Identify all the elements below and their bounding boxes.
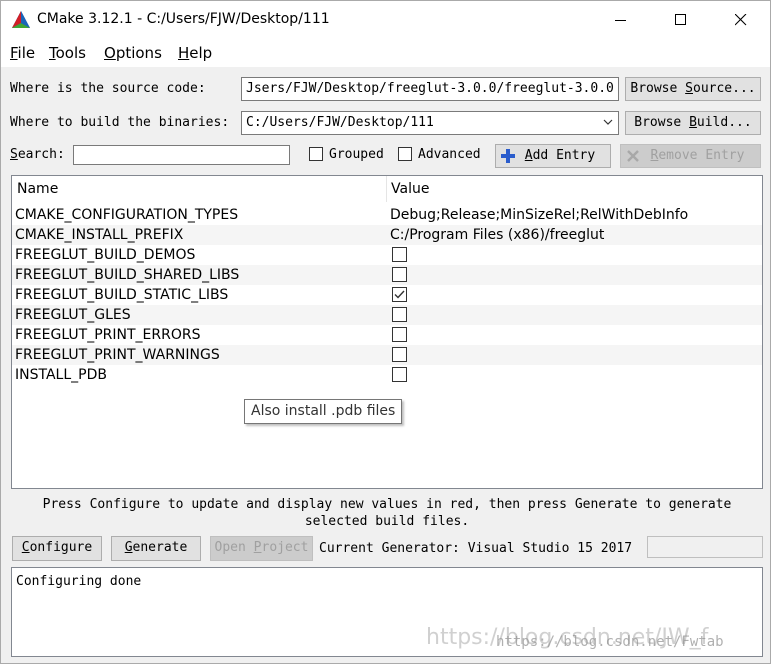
cell-value[interactable]: C:/Program Files (x86)/freeglut	[390, 225, 604, 245]
table-row[interactable]: FREEGLUT_PRINT_WARNINGS	[12, 345, 762, 365]
grouped-checkbox[interactable]	[309, 147, 323, 161]
table-row[interactable]: FREEGLUT_BUILD_SHARED_LIBS	[12, 265, 762, 285]
maximize-button[interactable]	[659, 1, 705, 39]
watermark-url: https://blog.csdn.net/Fwtab	[496, 634, 724, 650]
cell-name: CMAKE_INSTALL_PREFIX	[15, 227, 184, 243]
value-checkbox[interactable]	[392, 287, 407, 302]
minimize-icon	[615, 20, 626, 21]
value-checkbox[interactable]	[392, 327, 407, 342]
browse-build-button[interactable]: Browse Build...	[625, 111, 761, 135]
remove-entry-button[interactable]: Remove Entry	[620, 144, 761, 168]
title-bar[interactable]: CMake 3.12.1 - C:/Users/FJW/Desktop/111	[1, 1, 770, 39]
cmake-window: CMake 3.12.1 - C:/Users/FJW/Desktop/111 …	[0, 0, 771, 664]
add-entry-button[interactable]: Add Entry	[495, 144, 611, 168]
cmake-logo-icon	[12, 11, 30, 28]
value-checkbox[interactable]	[392, 367, 407, 382]
cell-name: FREEGLUT_PRINT_ERRORS	[15, 327, 201, 343]
hint-text: Press Configure to update and display ne…	[42, 497, 732, 529]
cell-name: FREEGLUT_GLES	[15, 307, 131, 323]
table-row[interactable]: INSTALL_PDB	[12, 365, 762, 385]
value-checkbox[interactable]	[392, 267, 407, 282]
build-path-combobox[interactable]: C:/Users/FJW/Desktop/111	[241, 111, 619, 135]
table-row[interactable]: CMAKE_INSTALL_PREFIX C:/Program Files (x8…	[12, 225, 762, 245]
source-label: Where is the source code:	[10, 81, 206, 96]
advanced-label: Advanced	[418, 147, 481, 162]
checkmark-icon	[394, 290, 405, 299]
grouped-label: Grouped	[329, 147, 384, 162]
column-header-value[interactable]: Value	[386, 176, 429, 202]
cell-name: FREEGLUT_PRINT_WARNINGS	[15, 347, 220, 363]
build-label: Where to build the binaries:	[10, 115, 230, 130]
chevron-down-icon[interactable]	[603, 119, 613, 126]
menu-file[interactable]: File	[10, 44, 35, 62]
current-generator-label: Current Generator: Visual Studio 15 2017	[319, 541, 633, 556]
tooltip: Also install .pdb files	[244, 399, 403, 424]
configure-button[interactable]: Configure	[12, 536, 102, 561]
cell-name: CMAKE_CONFIGURATION_TYPES	[15, 207, 239, 223]
maximize-icon	[675, 14, 686, 25]
cell-name: FREEGLUT_BUILD_SHARED_LIBS	[15, 267, 240, 283]
window-title: CMake 3.12.1 - C:/Users/FJW/Desktop/111	[37, 11, 330, 27]
advanced-checkbox[interactable]	[398, 147, 412, 161]
generate-button[interactable]: Generate	[111, 536, 201, 561]
remove-x-icon	[627, 150, 639, 162]
value-checkbox[interactable]	[392, 347, 407, 362]
table-row[interactable]: CMAKE_CONFIGURATION_TYPES Debug;Release;M…	[12, 205, 762, 225]
column-header-name[interactable]: Name	[12, 176, 58, 202]
table-row[interactable]: FREEGLUT_PRINT_ERRORS	[12, 325, 762, 345]
cell-name: FREEGLUT_BUILD_STATIC_LIBS	[15, 287, 229, 303]
source-path-input[interactable]: Jsers/FJW/Desktop/freeglut-3.0.0/freeglu…	[241, 77, 619, 101]
search-input[interactable]	[73, 145, 290, 165]
cell-name: INSTALL_PDB	[15, 367, 107, 383]
value-checkbox[interactable]	[392, 307, 407, 322]
cache-table: Name Value CMAKE_CONFIGURATION_TYPES Debu…	[11, 175, 763, 489]
table-row[interactable]: FREEGLUT_BUILD_DEMOS	[12, 245, 762, 265]
menu-tools[interactable]: Tools	[49, 44, 86, 62]
menu-help[interactable]: Help	[178, 44, 212, 62]
table-row[interactable]: FREEGLUT_BUILD_STATIC_LIBS	[12, 285, 762, 305]
menu-bar: File Tools Options Help	[1, 39, 770, 67]
cell-name: FREEGLUT_BUILD_DEMOS	[15, 247, 196, 263]
table-row[interactable]: FREEGLUT_GLES	[12, 305, 762, 325]
plus-icon	[501, 149, 515, 163]
minimize-button[interactable]	[599, 1, 645, 39]
progress-bar	[647, 536, 763, 558]
search-label: Search:	[10, 147, 65, 162]
close-button[interactable]	[719, 1, 765, 39]
close-icon	[735, 14, 747, 26]
browse-source-button[interactable]: Browse Source...	[625, 77, 761, 101]
cell-value[interactable]: Debug;Release;MinSizeRel;RelWithDebInfo	[390, 205, 688, 225]
menu-options[interactable]: Options	[104, 44, 162, 62]
value-checkbox[interactable]	[392, 247, 407, 262]
open-project-button[interactable]: Open Project	[210, 536, 313, 561]
